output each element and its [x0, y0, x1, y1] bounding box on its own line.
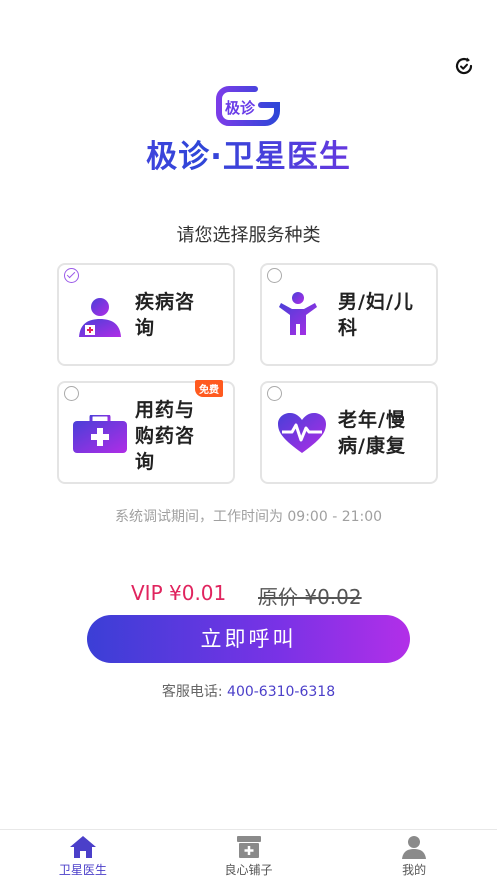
tab-satellite-doctor[interactable]: 卫星医生 [0, 830, 166, 883]
service-label-line: 购药咨 [135, 425, 196, 447]
service-label-line: 男/妇/儿 [338, 291, 414, 313]
working-hours-notice: 系统调试期间，工作时间为 09:00 - 21:00 [114, 509, 383, 525]
tab-mine[interactable]: 我的 [331, 830, 497, 883]
user-icon [402, 836, 427, 859]
radio-unchecked-icon[interactable] [64, 386, 79, 401]
service-card-medication[interactable]: 免费 用药与 购药咨 询 [57, 380, 235, 484]
customer-service: 客服电话: 400-6310-6318 [0, 681, 497, 701]
logo-mark-text: 极诊 [225, 99, 256, 117]
tab-label: 良心铺子 [224, 863, 273, 877]
doctor-icon [79, 298, 121, 337]
home-icon [69, 836, 96, 858]
service-label-line: 病/康复 [338, 435, 406, 457]
service-card-gender-pediatrics[interactable]: 男/妇/儿 科 [260, 263, 438, 366]
vip-price: VIP ¥0.01 [131, 581, 227, 605]
service-label-line: 老年/慢 [338, 409, 406, 431]
shop-icon [236, 836, 261, 858]
service-label-line: 询 [135, 451, 156, 473]
radio-unchecked-icon[interactable] [267, 268, 282, 283]
service-card-disease[interactable]: 疾病咨 询 [57, 263, 235, 366]
child-icon [279, 292, 317, 335]
service-prompt: 请您选择服务种类 [176, 225, 321, 246]
refresh-icon[interactable] [452, 54, 476, 78]
original-price: 原价 ¥0.02 [258, 585, 362, 609]
customer-service-phone[interactable]: 400-6310-6318 [227, 684, 335, 700]
tab-label: 我的 [402, 863, 427, 877]
service-label-line: 科 [338, 317, 359, 339]
app-logo: 极诊 [215, 85, 281, 127]
service-label-line: 用药与 [135, 399, 196, 421]
heart-pulse-icon [278, 413, 326, 453]
radio-unchecked-icon[interactable] [267, 386, 282, 401]
customer-service-label: 客服电话: [161, 684, 223, 700]
radio-checked-icon[interactable] [64, 268, 79, 283]
app-title: 极诊·卫星医生 [0, 131, 497, 176]
medical-kit-icon [73, 415, 127, 453]
service-label-line: 询 [135, 317, 156, 339]
service-label-line: 疾病咨 [135, 291, 196, 313]
bottom-tab-bar: 卫星医生 良心铺子 我的 [0, 829, 497, 883]
service-card-elderly-chronic[interactable]: 老年/慢 病/康复 [260, 381, 438, 484]
free-badge: 免费 [195, 380, 223, 397]
tab-conscience-shop[interactable]: 良心铺子 [166, 830, 332, 883]
tab-label: 卫星医生 [58, 863, 107, 877]
call-now-button[interactable]: 立即呼叫 [87, 615, 410, 663]
